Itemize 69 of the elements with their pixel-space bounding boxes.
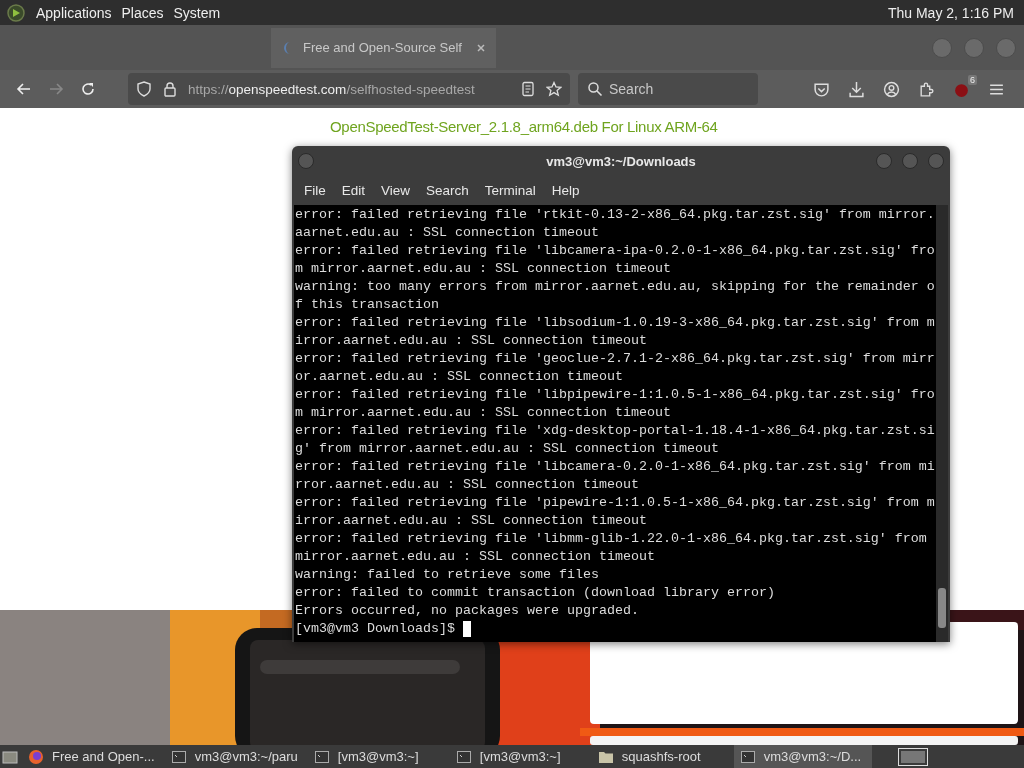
distro-logo-icon[interactable] [6,2,26,23]
panel-menu[interactable]: Places [121,4,164,21]
terminal-line: irror.aarnet.edu.au : SSL connection timeout [295,512,648,530]
terminal-line: aarnet.edu.au : SSL connection timeout [295,224,600,242]
back-icon[interactable] [16,81,32,97]
terminal-line: error: failed retrieving file 'libcamera-0.2.0-1-x86_64.pkg.tar.zst.sig' from mi [295,458,936,476]
taskbar-button[interactable]: squashfs-root [591,745,730,768]
terminal-line: error: failed retrieving file 'libcamera-ipa-0.2.0-1-x86_64.pkg.tar.zst.sig' fro [295,242,936,260]
scrollbar[interactable] [936,205,948,642]
terminal-line: error: failed retrieving file 'pipewire-1:1.0.5-1-x86_64.pkg.tar.zst.sig' from m [295,494,936,512]
account-icon[interactable] [883,80,900,98]
panel-menu[interactable]: System [173,4,221,21]
terminal-line: warning: too many errors from mirror.aarnet.edu.au, skipping for the remainder o [295,278,936,296]
reader-view-icon[interactable] [520,81,536,97]
terminal-icon [313,748,330,765]
pocket-icon[interactable] [813,80,830,98]
taskbar-button[interactable]: [vm3@vm3:~] [307,745,446,768]
url-text: https://openspeedtest.com/selfhosted-speedtest [188,81,476,97]
menu-item[interactable]: File [296,183,334,198]
terminal-line: error: failed retrieving file 'geoclue-2.7.1-2-x86_64.pkg.tar.zst.sig' from mirr [295,350,936,368]
extension-badge: 6 [968,74,977,85]
terminal-line: m mirror.aarnet.edu.au : SSL connection timeout [295,260,672,278]
star-icon[interactable] [546,81,562,97]
menu-item[interactable]: Terminal [476,183,544,198]
terminal-line: irror.aarnet.edu.au : SSL connection timeout [295,332,648,350]
panel-menu[interactable]: Applications [36,4,112,21]
terminal-line: f this transaction [295,296,440,314]
terminal-line: m mirror.aarnet.edu.au : SSL connection timeout [295,404,672,422]
menu-item[interactable]: Search [418,183,477,198]
tab-title: Free and Open-Source Self [303,40,463,55]
shell-prompt: [vm3@vm3 Downloads]$ [295,620,455,638]
search-field[interactable]: Search [578,73,758,105]
menu-item[interactable]: Edit [333,183,374,198]
download-icon[interactable] [848,80,865,98]
terminal-icon [170,748,187,765]
taskbar-button[interactable]: Free and Open-... [22,745,161,768]
terminal-line: Errors occurred, no packages were upgraded. [295,602,640,620]
terminal-line: error: failed retrieving file 'rtkit-0.13-2-x86_64.pkg.tar.zst.sig' from mirror. [295,206,936,224]
menu-item[interactable]: View [373,183,419,198]
terminal-line: g' from mirror.aarnet.edu.au : SSL connection timeout [295,440,720,458]
terminal-line: mirror.aarnet.edu.au : SSL connection timeout [295,548,656,566]
terminal-line: error: failed retrieving file 'libpipewire-1:1.0.5-1-x86_64.pkg.tar.zst.sig' fro [295,386,936,404]
terminal-line: or.aarnet.edu.au : SSL connection timeout [295,368,624,386]
taskbar-button[interactable]: [vm3@vm3:~] [449,745,588,768]
text-cursor [462,621,471,637]
puzzle-piece-icon[interactable] [918,80,935,98]
workspace-switcher[interactable] [898,747,928,766]
shield-icon[interactable] [136,81,152,97]
address-bar[interactable]: https://openspeedtest.com/selfhosted-speedtest [128,73,570,105]
terminal-line: warning: failed to retrieve some files [295,566,600,584]
show-desktop-icon[interactable] [2,748,18,765]
clock[interactable]: Thu May 2, 1:16 PM [887,4,1014,21]
browser-icon [28,748,44,765]
taskbar-button[interactable]: vm3@vm3:~/D... [733,745,872,768]
lock-icon [162,81,178,97]
terminal-line: error: failed retrieving file 'libmm-glib-1.22.0-1-x86_64.pkg.tar.zst.sig' from [295,530,928,548]
window-title: vm3@vm3:~/Downloads [546,153,696,169]
reload-icon[interactable] [80,81,96,97]
terminal-line: error: failed to commit transaction (download library error) [295,584,776,602]
close-icon[interactable] [476,42,486,53]
browser-tab[interactable]: Free and Open-Source Self [271,27,496,68]
terminal-icon [739,748,756,765]
terminal-line: error: failed retrieving file 'libsodium-1.0.19-3-x86_64.pkg.tar.zst.sig' from m [295,314,936,332]
taskbar-button[interactable]: vm3@vm3:~/paru [164,745,304,768]
menu-item[interactable]: Help [543,183,588,198]
search-icon [587,81,603,97]
terminal-line: rror.aarnet.edu.au : SSL connection timeout [295,476,640,494]
terminal-icon [455,748,472,765]
terminal-line: error: failed retrieving file 'xdg-desktop-portal-1.18.4-1-x86_64.pkg.tar.zst.si [295,422,936,440]
